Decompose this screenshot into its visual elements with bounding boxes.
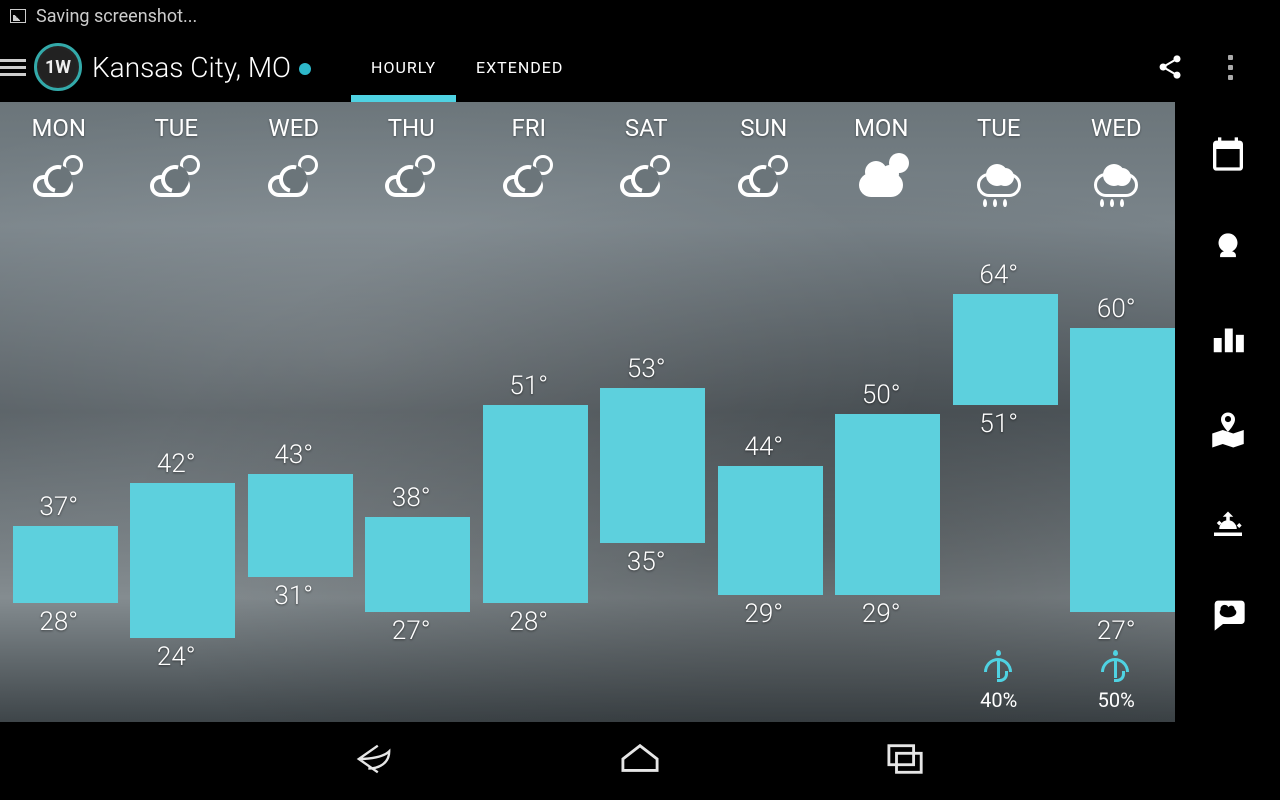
day-label: SAT (625, 114, 668, 142)
low-temp: 29° (862, 599, 901, 629)
recents-button[interactable] (883, 740, 929, 782)
calendar-button[interactable]: 24 (1206, 132, 1250, 176)
side-rail: 24 (1175, 102, 1280, 722)
app-bar: 1W Kansas City, MO HOURLY EXTENDED (0, 32, 1280, 102)
location-indicator-icon (299, 63, 311, 75)
temp-bar (835, 414, 940, 595)
day-label: FRI (511, 114, 546, 142)
radar-button[interactable] (1206, 224, 1250, 268)
rain-icon (969, 152, 1029, 202)
temp-bar (953, 294, 1058, 406)
precip-indicator: 40% (940, 652, 1058, 712)
temp-bar (248, 474, 353, 577)
low-temp: 29° (744, 599, 783, 629)
tab-extended[interactable]: EXTENDED (456, 32, 583, 102)
high-temp: 38° (392, 483, 431, 513)
share-icon[interactable] (1150, 47, 1190, 87)
temp-bar (1070, 328, 1175, 612)
tab-hourly[interactable]: HOURLY (351, 32, 456, 102)
partly-cloudy-icon (146, 152, 206, 202)
low-temp: 31° (274, 581, 313, 611)
forecast-day[interactable]: THU 38° 27° (353, 102, 471, 722)
day-label: MON (854, 114, 909, 142)
precip-label: 40% (980, 688, 1017, 712)
sunrise-button[interactable] (1206, 500, 1250, 544)
forecast-panel: MON 37° 28° TUE 42° 24° WED 43° 31° THU 38° 27° FRI 5… (0, 102, 1175, 722)
temp-bar (365, 517, 470, 612)
high-temp: 44° (744, 432, 783, 462)
partly-cloudy-icon (616, 152, 676, 202)
high-temp: 51° (509, 371, 548, 401)
overflow-menu-icon[interactable] (1210, 47, 1250, 87)
partly-cloudy-icon (264, 152, 324, 202)
location-title[interactable]: Kansas City, MO (92, 51, 291, 84)
day-label: SUN (740, 114, 787, 142)
chart-button[interactable] (1206, 316, 1250, 360)
day-label: TUE (977, 114, 1021, 142)
temp-bar (483, 405, 588, 603)
forecast-day[interactable]: SAT 53° 35° (588, 102, 706, 722)
temp-bar (600, 388, 705, 543)
high-temp: 53° (627, 354, 666, 384)
android-status-bar: Saving screenshot... (0, 0, 1280, 32)
high-temp: 50° (862, 380, 901, 410)
status-text: Saving screenshot... (36, 6, 197, 27)
day-label: MON (31, 114, 86, 142)
forecast-day[interactable]: TUE 42° 24° (118, 102, 236, 722)
forecast-day[interactable]: MON 37° 28° (0, 102, 118, 722)
day-label: THU (388, 114, 435, 142)
low-temp: 28° (509, 607, 548, 637)
temp-bar (13, 526, 118, 603)
partly-cloudy-icon (499, 152, 559, 202)
day-label: TUE (154, 114, 198, 142)
low-temp: 51° (979, 409, 1018, 439)
forecast-day[interactable]: SUN 44° 29° (705, 102, 823, 722)
forecast-day[interactable]: WED 43° 31° (235, 102, 353, 722)
menu-icon[interactable] (0, 55, 26, 80)
precip-indicator: 50% (1058, 652, 1176, 712)
precip-label: 50% (1098, 688, 1135, 712)
low-temp: 35° (627, 547, 666, 577)
tab-hourly-label: HOURLY (371, 58, 436, 77)
high-temp: 42° (157, 449, 196, 479)
partly-cloudy-icon (29, 152, 89, 202)
alerts-button[interactable] (1206, 592, 1250, 636)
temp-bar (130, 483, 235, 638)
umbrella-icon (984, 652, 1014, 682)
map-button[interactable] (1206, 408, 1250, 452)
partly-cloudy-icon (734, 152, 794, 202)
low-temp: 27° (1097, 616, 1136, 646)
back-button[interactable] (351, 740, 397, 782)
low-temp: 24° (157, 642, 196, 672)
svg-text:24: 24 (1219, 150, 1237, 168)
app-logo-icon[interactable]: 1W (34, 43, 82, 91)
low-temp: 28° (39, 607, 78, 637)
high-temp: 37° (39, 492, 78, 522)
forecast-day[interactable]: MON 50° 29° (823, 102, 941, 722)
forecast-day[interactable]: WED 60° 27° 50% (1058, 102, 1176, 722)
forecast-day[interactable]: TUE 64° 51° 40% (940, 102, 1058, 722)
temp-bar (718, 466, 823, 595)
high-temp: 60° (1097, 294, 1136, 324)
picture-icon (10, 9, 26, 23)
android-nav-bar (0, 722, 1280, 800)
day-label: WED (268, 114, 319, 142)
home-button[interactable] (617, 740, 663, 782)
mostly-cloudy-icon (851, 152, 911, 202)
low-temp: 27° (392, 616, 431, 646)
forecast-day[interactable]: FRI 51° 28° (470, 102, 588, 722)
day-label: WED (1091, 114, 1142, 142)
partly-cloudy-icon (381, 152, 441, 202)
high-temp: 43° (274, 440, 313, 470)
tab-extended-label: EXTENDED (476, 58, 563, 77)
umbrella-icon (1101, 652, 1131, 682)
high-temp: 64° (979, 260, 1018, 290)
rain-icon (1086, 152, 1146, 202)
